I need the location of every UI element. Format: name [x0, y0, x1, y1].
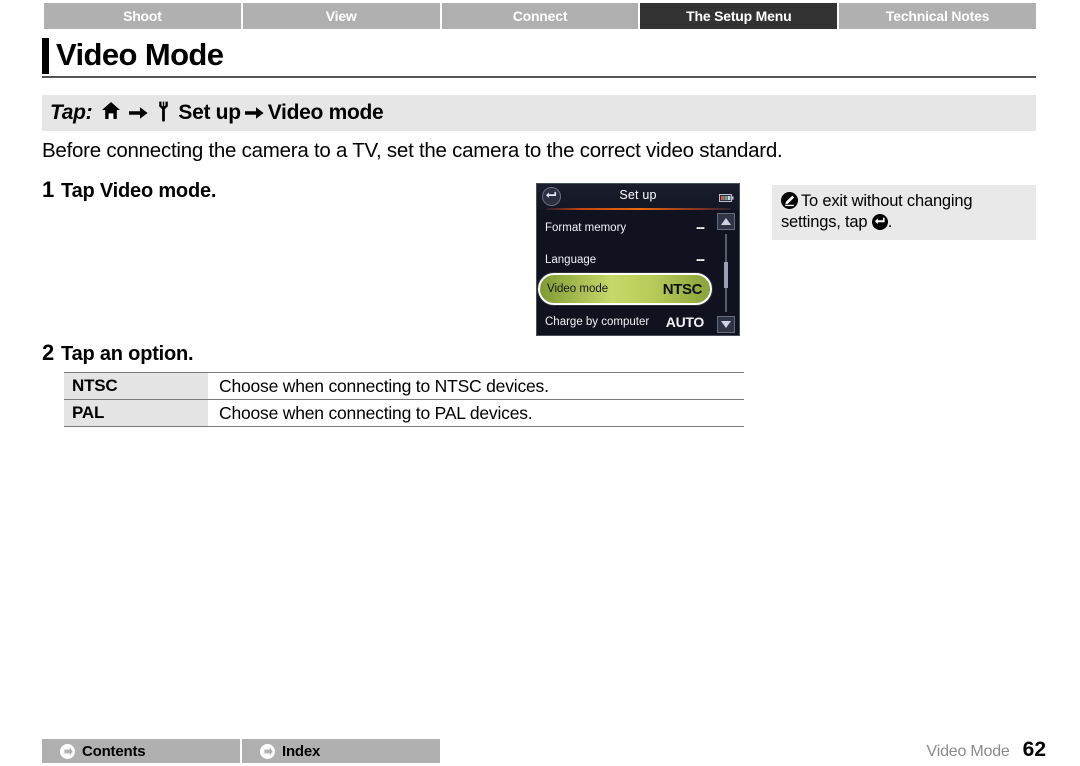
lcd-menu-item-video-mode-selected[interactable]: Video mode NTSC: [538, 273, 712, 305]
step-text: Tap Video mode.: [61, 180, 216, 203]
tab-technical-notes[interactable]: Technical Notes: [839, 3, 1036, 29]
back-arrow-icon: [871, 214, 888, 231]
arrow-right-icon: [129, 103, 148, 124]
tab-label: Shoot: [123, 8, 162, 24]
tab-label: The Setup Menu: [686, 8, 792, 24]
tab-connect[interactable]: Connect: [441, 3, 639, 29]
step-text-bold: Video mode.: [99, 180, 217, 202]
scroll-down-icon[interactable]: [717, 316, 735, 333]
scrollbar-thumb[interactable]: [724, 262, 728, 288]
chapter-tab-bar: Shoot View Connect The Setup Menu Techni…: [44, 3, 1036, 29]
option-description: Choose when connecting to NTSC devices.: [208, 372, 744, 400]
home-icon: [101, 101, 121, 125]
step-text: Tap an option.: [61, 343, 194, 365]
lcd-menu-item-language[interactable]: Language --: [537, 244, 713, 275]
note-callout: To exit without changing settings, tap .: [772, 185, 1036, 240]
lcd-item-value: --: [696, 251, 705, 268]
lcd-item-label: Language: [545, 253, 597, 266]
battery-icon: [719, 189, 734, 202]
menu-path-banner: Tap: Set up Video mode: [42, 95, 1036, 131]
option-key: NTSC: [64, 372, 208, 400]
footer-index-button[interactable]: Index: [242, 739, 440, 763]
lcd-item-label: Video mode: [547, 283, 609, 295]
note-text-suffix: .: [887, 213, 893, 232]
footer-navigation: Contents Index: [42, 739, 440, 763]
note-pencil-icon: [781, 192, 798, 209]
tab-label: Technical Notes: [885, 8, 990, 24]
lcd-menu-list: Format memory -- Language -- Video mode …: [537, 210, 739, 335]
arrow-circle-right-icon: [60, 743, 75, 759]
lcd-header: Set up: [537, 184, 739, 210]
step-1: 1 Tap Video mode.: [42, 177, 216, 203]
lcd-item-label: Format memory: [545, 221, 627, 234]
intro-paragraph: Before connecting the camera to a TV, se…: [42, 139, 783, 162]
camera-lcd-illustration: Set up Format memory -- Language -- Vide…: [536, 183, 740, 336]
lcd-menu-item-format-memory[interactable]: Format memory --: [537, 212, 713, 243]
option-key: PAL: [64, 399, 208, 427]
lcd-scrollbar[interactable]: [713, 210, 739, 335]
wrench-icon: [156, 101, 171, 126]
step-text-plain: Tap: [61, 180, 100, 202]
table-row: NTSC Choose when connecting to NTSC devi…: [64, 372, 744, 400]
options-table: NTSC Choose when connecting to NTSC devi…: [64, 372, 744, 427]
arrow-right-icon: [244, 103, 264, 124]
tab-the-setup-menu[interactable]: The Setup Menu: [640, 3, 838, 29]
lcd-item-label: Charge by computer: [545, 315, 650, 328]
page-title-block: Video Mode: [42, 37, 1036, 78]
footer-button-label: Contents: [82, 742, 146, 760]
lcd-menu-item-charge-by-computer[interactable]: Charge by computer AUTO: [537, 306, 713, 335]
option-description: Choose when connecting to PAL devices.: [208, 399, 744, 427]
footer-page-info: Video Mode 62: [927, 738, 1046, 762]
title-accent-bar: [42, 38, 49, 74]
tab-label: View: [325, 8, 357, 24]
footer-page-number: 62: [1022, 738, 1046, 761]
menu-item-label: Video mode: [267, 101, 384, 124]
scroll-up-icon[interactable]: [717, 213, 735, 230]
tab-view[interactable]: View: [242, 3, 440, 29]
step-2: 2 Tap an option.: [42, 340, 194, 366]
lcd-item-value: NTSC: [662, 280, 703, 298]
title-divider: [42, 76, 1036, 78]
tap-label: Tap:: [50, 101, 93, 124]
page-title: Video Mode: [56, 37, 224, 72]
tab-shoot[interactable]: Shoot: [44, 3, 241, 29]
page-title-row: Video Mode: [42, 37, 1036, 75]
step-number: 1: [42, 177, 55, 202]
step-number: 2: [42, 340, 55, 365]
lcd-item-value: --: [696, 219, 705, 236]
arrow-circle-right-icon: [260, 743, 275, 759]
table-row: PAL Choose when connecting to PAL device…: [64, 399, 744, 427]
lcd-item-value: AUTO: [665, 313, 705, 330]
lcd-title: Set up: [619, 188, 657, 202]
footer-chapter-label: Video Mode: [926, 743, 1010, 760]
menu-name-label: Set up: [178, 101, 241, 124]
footer-button-label: Index: [282, 742, 321, 760]
tab-label: Connect: [512, 8, 568, 24]
footer-contents-button[interactable]: Contents: [42, 739, 240, 763]
